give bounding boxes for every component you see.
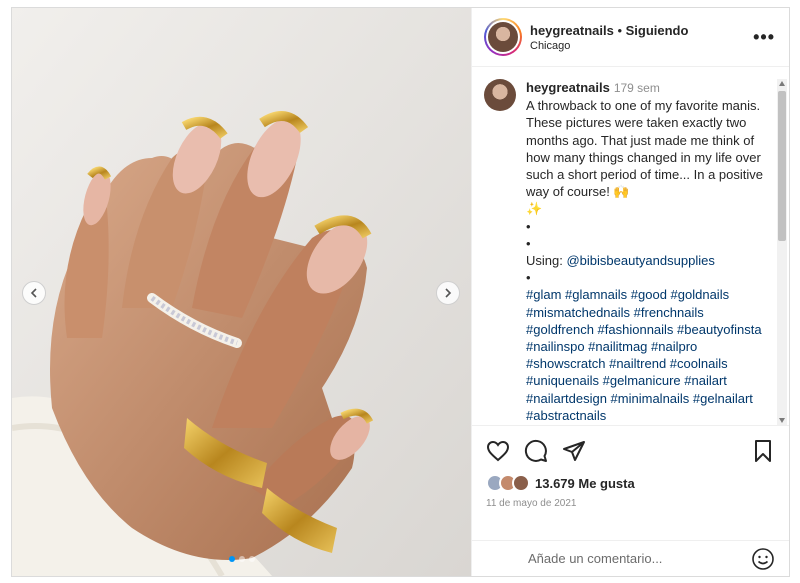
- carousel-dot[interactable]: [228, 556, 235, 562]
- comment-composer: [472, 540, 789, 576]
- caption-avatar[interactable]: [484, 79, 516, 111]
- scroll-up-arrow[interactable]: [779, 81, 785, 86]
- nails-photo: [12, 8, 471, 576]
- carousel-next-button[interactable]: [436, 281, 460, 305]
- caption-time[interactable]: 179 sem: [614, 81, 660, 95]
- comment-icon[interactable]: [524, 439, 548, 463]
- emoji-icon[interactable]: [751, 547, 775, 571]
- carousel-dot[interactable]: [238, 556, 245, 562]
- using-label: Using:: [526, 253, 567, 269]
- liker-avatar: [512, 474, 530, 492]
- likes-row: 13.679 Me gusta: [486, 474, 775, 492]
- post-actions: 13.679 Me gusta 11 de mayo de 2021: [472, 425, 789, 540]
- location-link[interactable]: Chicago: [530, 40, 753, 52]
- caption-text: A throwback to one of my favorite manis.…: [526, 98, 764, 200]
- comments-scrollbar[interactable]: [777, 79, 787, 425]
- post-date[interactable]: 11 de mayo de 2021: [486, 498, 775, 509]
- more-options-button[interactable]: •••: [753, 27, 775, 48]
- chevron-left-icon: [30, 288, 37, 298]
- mention-link[interactable]: @bibisbeautyandsupplies: [566, 253, 714, 268]
- post-sidebar: heygreatnails • Siguiendo Chicago ••• he…: [471, 8, 789, 576]
- comments-section: heygreatnails 179 sem A throwback to one …: [472, 67, 789, 425]
- caption: heygreatnails 179 sem A throwback to one …: [484, 79, 769, 424]
- post-media[interactable]: [12, 8, 471, 576]
- scroll-thumb[interactable]: [778, 91, 786, 241]
- sparkles-emoji: ✨: [526, 201, 543, 217]
- carousel-prev-button[interactable]: [22, 281, 46, 305]
- heart-icon[interactable]: [486, 439, 510, 463]
- follow-status-button[interactable]: Siguiendo: [626, 23, 689, 38]
- likes-count[interactable]: 13.679 Me gusta: [535, 476, 635, 491]
- carousel-dot[interactable]: [248, 556, 255, 562]
- scroll-down-arrow[interactable]: [779, 418, 785, 423]
- liker-avatars[interactable]: [486, 474, 530, 492]
- post-header: heygreatnails • Siguiendo Chicago •••: [472, 8, 789, 67]
- caption-bullet: •: [526, 270, 531, 286]
- header-separator: •: [613, 22, 626, 38]
- hashtags[interactable]: #glam #glamnails #good #goldnails #misma…: [526, 286, 766, 424]
- carousel-dots: [12, 556, 471, 562]
- caption-bullet: •: [526, 235, 531, 251]
- comment-input[interactable]: [528, 551, 751, 566]
- post-modal: heygreatnails • Siguiendo Chicago ••• he…: [11, 7, 790, 577]
- paper-plane-icon[interactable]: [562, 439, 586, 463]
- caption-bullet: •: [526, 218, 531, 234]
- chevron-right-icon: [445, 288, 452, 298]
- bookmark-icon[interactable]: [751, 439, 775, 463]
- caption-username[interactable]: heygreatnails: [526, 80, 610, 95]
- header-username[interactable]: heygreatnails: [530, 23, 614, 38]
- avatar[interactable]: [484, 18, 522, 56]
- avatar-image: [488, 22, 518, 52]
